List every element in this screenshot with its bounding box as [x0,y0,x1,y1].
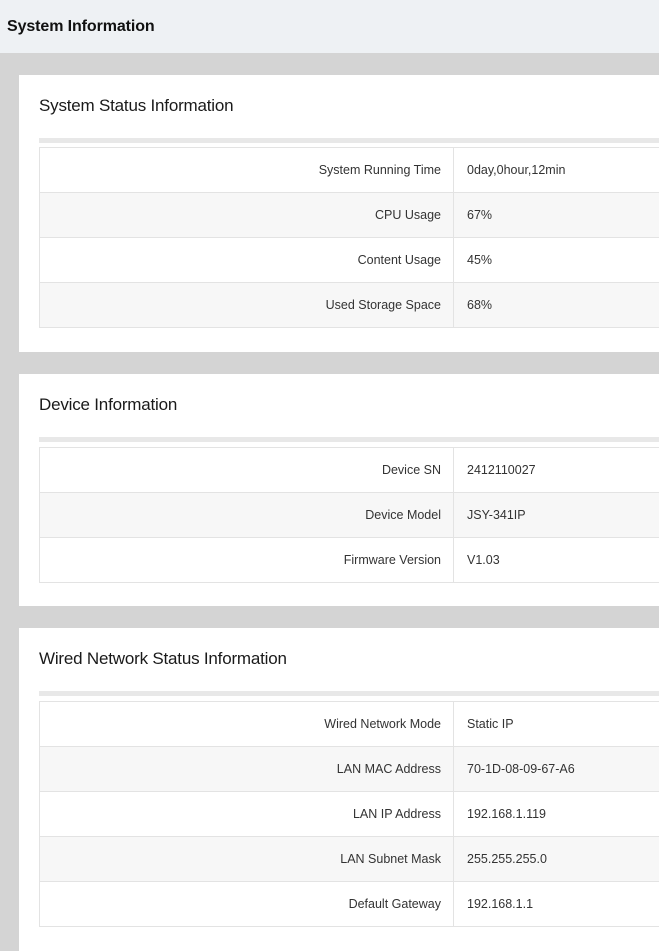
row-label: Device SN [39,447,454,493]
row-label: LAN IP Address [39,791,454,837]
row-value: 192.168.1.119 [453,791,659,837]
table-row: LAN IP Address 192.168.1.119 [39,791,659,837]
table-row: System Running Time 0day,0hour,12min [39,147,659,193]
row-label: LAN Subnet Mask [39,836,454,882]
row-label: CPU Usage [39,192,454,238]
row-label: Default Gateway [39,881,454,927]
row-label: Firmware Version [39,537,454,583]
row-label: LAN MAC Address [39,746,454,792]
row-value: 2412110027 [467,463,536,477]
device-info-table: Device SN 2412110027 Device Model JSY-34… [39,447,659,583]
system-status-table: System Running Time 0day,0hour,12min CPU… [39,147,659,328]
table-row: LAN MAC Address 70-1D-08-09-67-A6 [39,746,659,792]
row-value: Static IP [467,717,514,731]
row-value: 0day,0hour,12min [467,163,566,177]
table-row: Content Usage 45% [39,237,659,283]
table-row: Device SN 2412110027 [39,447,659,493]
table-row: Used Storage Space 68% [39,282,659,328]
row-label: Wired Network Mode [39,701,454,747]
divider [39,691,659,696]
row-value: 68% [453,282,659,328]
wired-network-panel: Wired Network Status Information Wired N… [19,628,659,951]
row-value: 255.255.255.0 [453,836,659,882]
row-label: System Running Time [39,147,454,193]
row-value: V1.03 [453,537,659,583]
row-value: 192.168.1.1 [453,881,659,927]
page-header: System Information [0,0,659,53]
row-value: 45% [453,237,659,283]
device-info-panel: Device Information Device SN 2412110027 … [19,374,659,606]
wired-network-title: Wired Network Status Information [39,649,287,668]
divider [39,138,659,143]
row-value: 67% [453,192,659,238]
system-status-title: System Status Information [39,96,234,115]
table-row: Firmware Version V1.03 [39,537,659,583]
wired-network-table: Wired Network Mode Static IP LAN MAC Add… [39,701,659,927]
content-area: System Status Information System Running… [0,53,659,951]
table-row: Device Model JSY-341IP [39,492,659,538]
table-row: LAN Subnet Mask 255.255.255.0 [39,836,659,882]
row-label: Content Usage [39,237,454,283]
divider [39,437,659,442]
row-value: 70-1D-08-09-67-A6 [453,746,659,792]
device-info-title: Device Information [39,395,178,414]
table-row: CPU Usage 67% [39,192,659,238]
page-title: System Information [7,17,155,35]
row-label: Used Storage Space [39,282,454,328]
table-row: Default Gateway 192.168.1.1 [39,881,659,927]
table-row: Wired Network Mode Static IP [39,701,659,747]
row-value: JSY-341IP [453,492,659,538]
system-status-panel: System Status Information System Running… [19,75,659,352]
row-label: Device Model [39,492,454,538]
